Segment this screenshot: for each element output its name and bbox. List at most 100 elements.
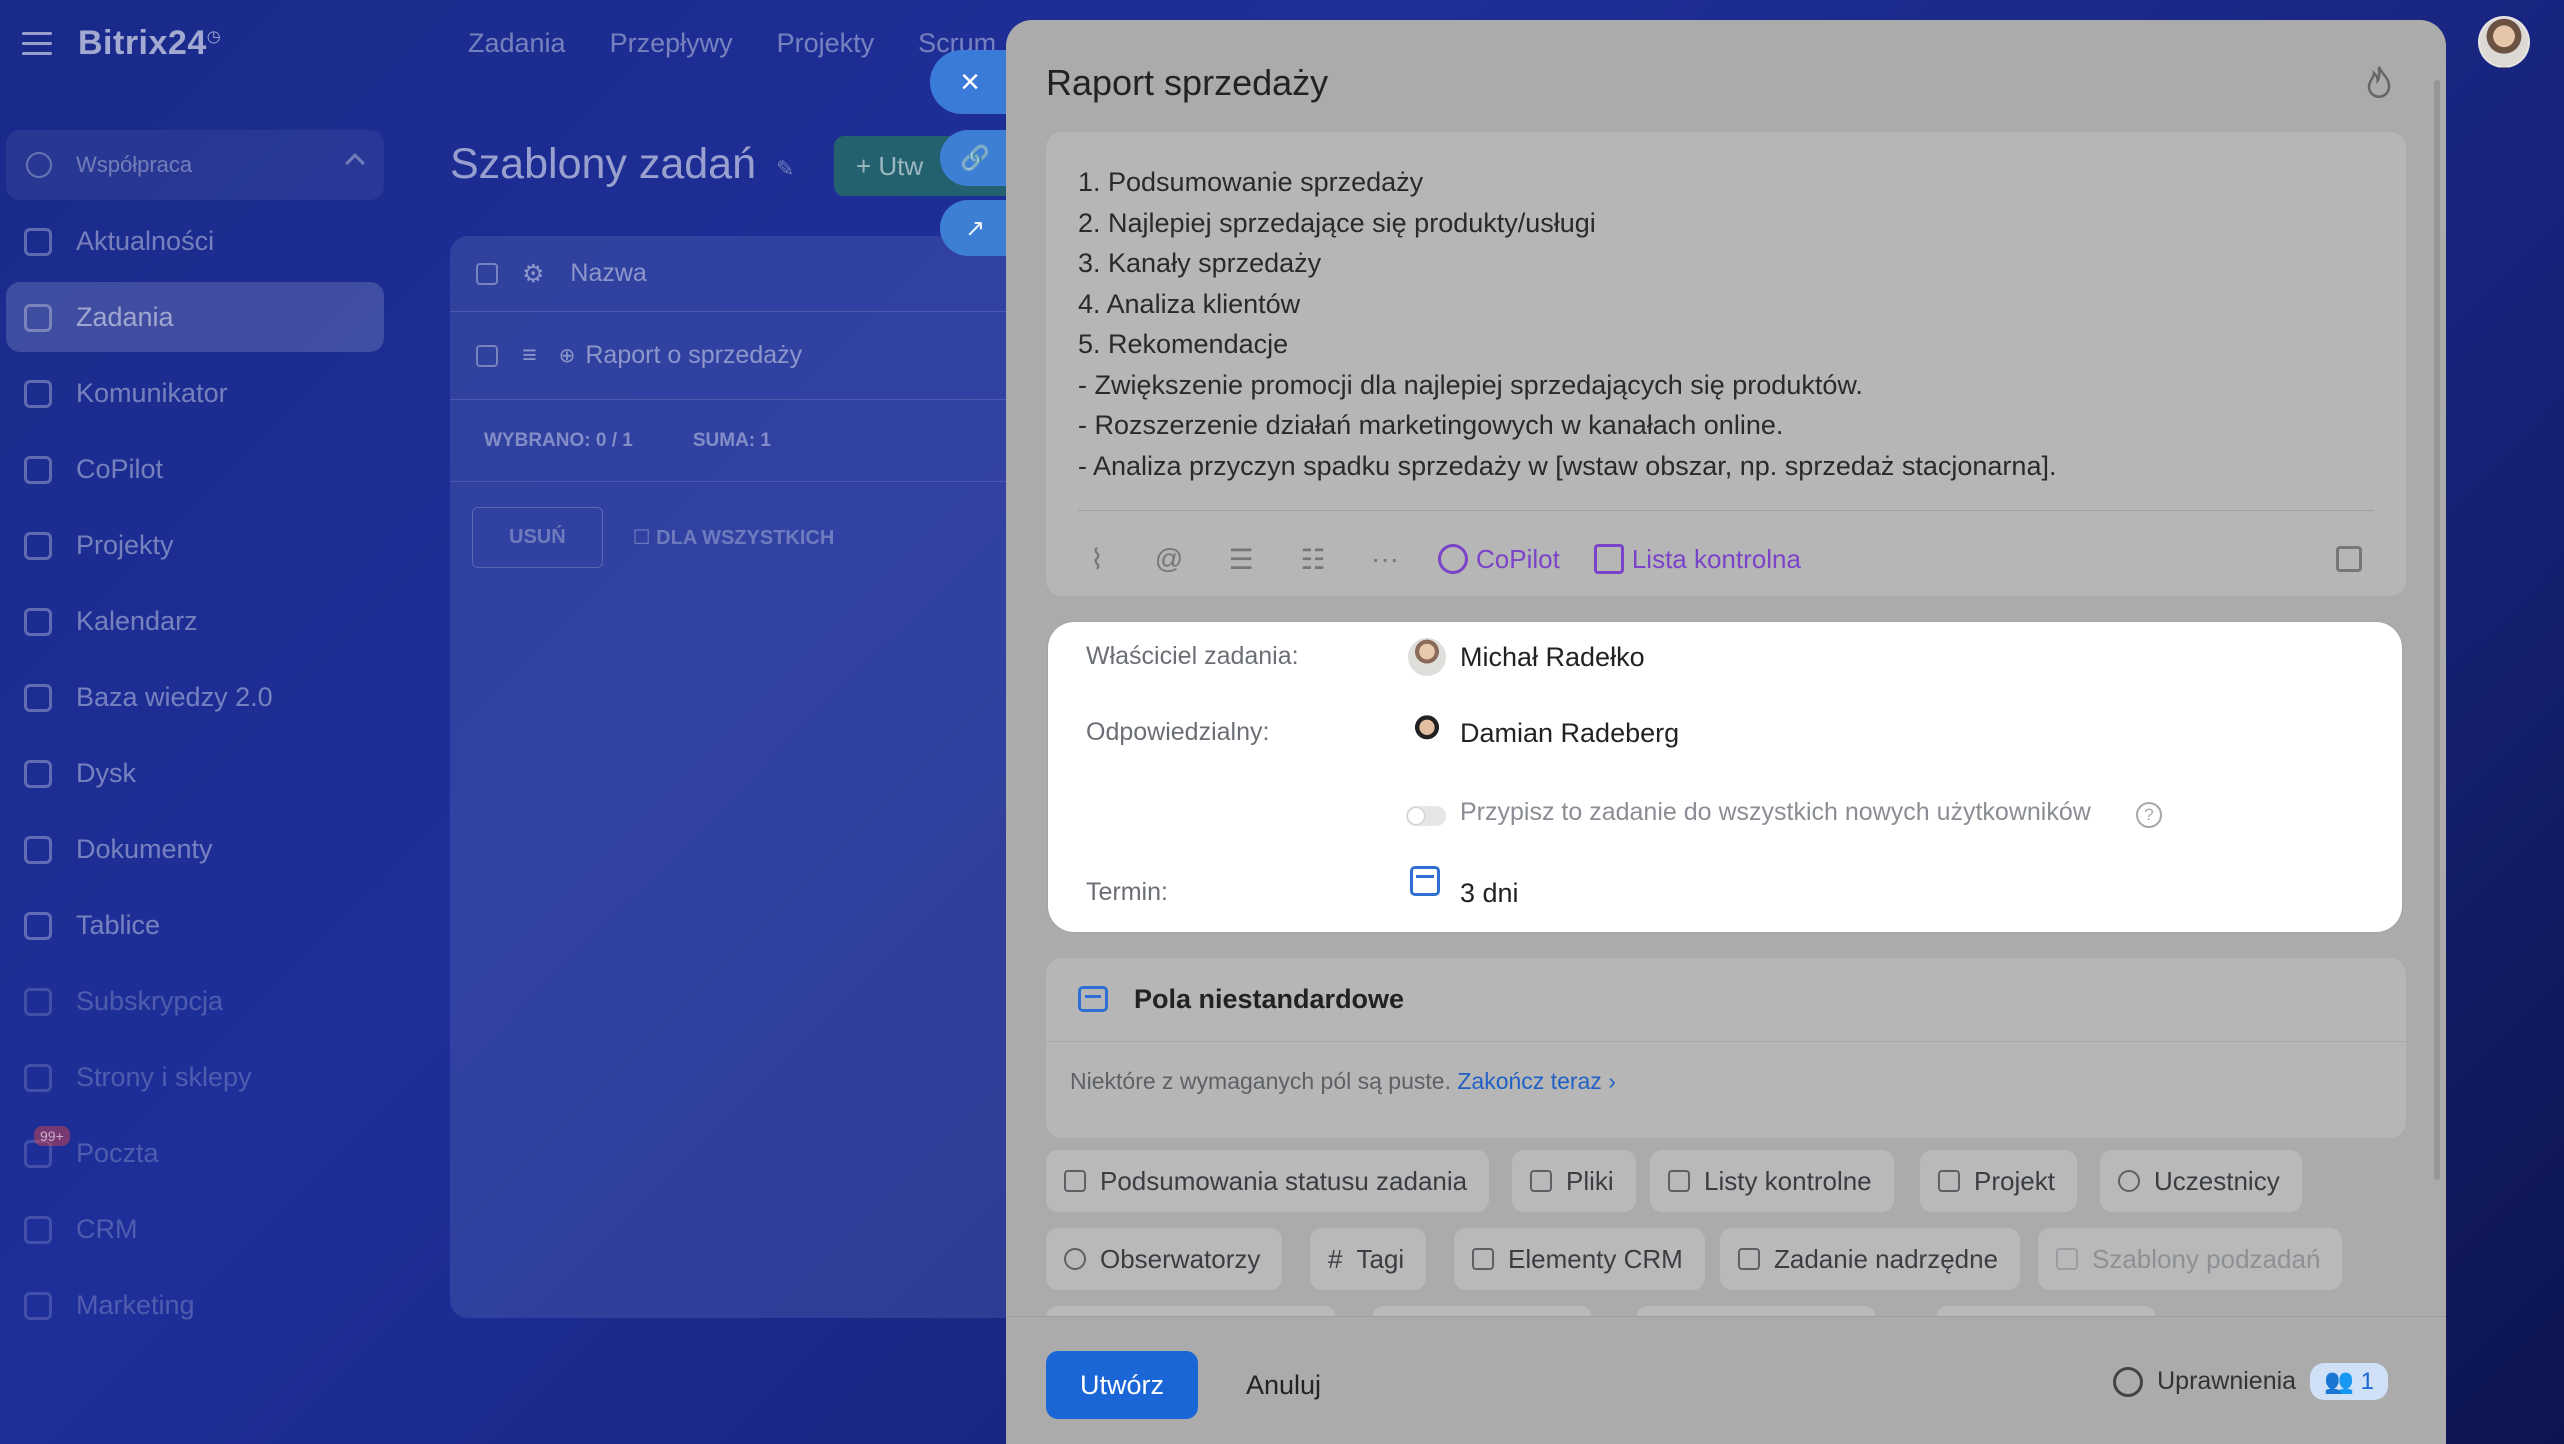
menu-icon[interactable]: [22, 32, 52, 56]
sidebar-item-aktualnosci[interactable]: Aktualności: [6, 206, 384, 276]
crm-icon: [1472, 1248, 1494, 1270]
chip-participants[interactable]: Uczestnicy: [2100, 1150, 2302, 1212]
select-all-checkbox[interactable]: [476, 262, 498, 285]
more-icon[interactable]: ···: [1366, 540, 1404, 578]
owner-avatar[interactable]: [1408, 638, 1446, 676]
page-title: Szablony zadań: [450, 140, 756, 188]
chip-project[interactable]: Projekt: [1920, 1150, 2077, 1212]
topnav-projekty[interactable]: Projekty: [777, 28, 875, 59]
custom-fields-section: Pola niestandardowe Niektóre z wymaganyc…: [1046, 958, 2406, 1138]
responsible-avatar[interactable]: [1408, 714, 1446, 752]
hash-icon: #: [1328, 1243, 1343, 1274]
topnav-przeplywy[interactable]: Przepływy: [610, 28, 733, 59]
slider-title: Raport sprzedaży: [1046, 62, 1329, 103]
help-icon[interactable]: ?: [2136, 802, 2162, 828]
table-row[interactable]: ≡ ⊕ Raport o sprzedaży: [450, 312, 1070, 400]
sidebar-item-copilot[interactable]: CoPilot: [6, 434, 384, 504]
permissions-button[interactable]: Uprawnienia 👥 1: [2113, 1363, 2388, 1400]
chip-observers[interactable]: Obserwatorzy: [1046, 1228, 1283, 1290]
boards-icon: [24, 912, 52, 940]
parent-task-icon: [1738, 1248, 1760, 1270]
assign-all-label: Przypisz to zadanie do wszystkich nowych…: [1460, 798, 2091, 826]
topnav-zadania[interactable]: Zadania: [468, 28, 566, 59]
subscription-icon: [24, 988, 52, 1016]
sidebar-item-subskrypcja[interactable]: Subskrypcja: [6, 966, 384, 1036]
deadline-value[interactable]: 3 dni: [1460, 878, 1519, 909]
owner-label: Właściciel zadania:: [1086, 642, 1299, 670]
expand-icon[interactable]: [2336, 546, 2362, 572]
close-slider-button[interactable]: ×: [930, 50, 1010, 114]
checklist-button[interactable]: Lista kontrolna: [1593, 544, 1801, 575]
open-new-window-button[interactable]: ↗: [940, 200, 1010, 256]
chip-tags[interactable]: # Tagi: [1310, 1228, 1427, 1290]
sidebar-item-strony[interactable]: Strony i sklepy: [6, 1042, 384, 1112]
task-template-slider: Raport sprzedaży 1. Podsumowanie sprzeda…: [1006, 20, 2446, 1444]
sidebar-item-dokumenty[interactable]: Dokumenty: [6, 814, 384, 884]
scrollbar[interactable]: [2434, 80, 2440, 1180]
copy-link-button[interactable]: 🔗: [940, 130, 1010, 186]
grid-footer: WYBRANO: 0 / 1 SUMA: 1: [450, 400, 1070, 482]
sidebar-item-baza-wiedzy[interactable]: Baza wiedzy 2.0: [6, 662, 384, 732]
row-checkbox[interactable]: [476, 344, 498, 367]
calendar-icon[interactable]: [1410, 866, 1440, 896]
sidebar-item-zadania[interactable]: Zadania: [6, 282, 384, 352]
folder-icon: [1938, 1170, 1960, 1192]
owner-name[interactable]: Michał Radełko: [1460, 642, 1645, 673]
description-editor[interactable]: 1. Podsumowanie sprzedaży 2. Najlepiej s…: [1046, 132, 2406, 596]
responsible-name[interactable]: Damian Radeberg: [1460, 718, 1679, 749]
sidebar-item-projekty[interactable]: Projekty: [6, 510, 384, 580]
gear-icon: [2113, 1366, 2144, 1397]
bullet-list-icon[interactable]: ☰: [1222, 540, 1260, 578]
deadline-label: Termin:: [1086, 878, 1168, 906]
copilot-button[interactable]: CoPilot: [1438, 544, 1560, 575]
flame-icon[interactable]: [2364, 64, 2394, 102]
assign-all-toggle[interactable]: [1406, 806, 1446, 826]
logo[interactable]: Bitrix24◷: [78, 24, 221, 63]
sidebar-item-komunikator[interactable]: Komunikator: [6, 358, 384, 428]
group-icon: [26, 152, 52, 178]
delete-button[interactable]: USUŃ: [472, 506, 603, 568]
checklist-icon: [1593, 544, 1624, 574]
custom-fields-header[interactable]: Pola niestandardowe: [1046, 958, 2406, 1042]
divider: [1078, 510, 2374, 511]
user-avatar[interactable]: [2478, 16, 2530, 68]
projects-icon: [24, 532, 52, 560]
sidebar-group-wspolpraca[interactable]: Współpraca: [6, 130, 384, 200]
slider-footer: Utwórz Anuluj Uprawnienia 👥 1: [1006, 1316, 2446, 1444]
drag-handle-icon[interactable]: ≡: [522, 341, 537, 370]
sidebar-item-dysk[interactable]: Dysk: [6, 738, 384, 808]
pin-icon[interactable]: ✎: [776, 156, 798, 181]
sidebar-item-tablice[interactable]: Tablice: [6, 890, 384, 960]
sidebar-item-marketing[interactable]: Marketing: [6, 1270, 384, 1340]
for-all-checkbox[interactable]: ☐ DLA WSZYSTKICH: [633, 525, 835, 550]
sidebar-item-crm[interactable]: CRM: [6, 1194, 384, 1264]
create-button[interactable]: Utwórz: [1046, 1351, 1198, 1419]
chip-parent-task[interactable]: Zadanie nadrzędne: [1720, 1228, 2021, 1290]
external-link-icon: ↗: [964, 214, 986, 242]
chip-files[interactable]: Pliki: [1512, 1150, 1636, 1212]
settings-icon[interactable]: ⚙: [522, 259, 544, 289]
sidebar: Współpraca Aktualności Zadania Komunikat…: [0, 130, 390, 1346]
add-icon[interactable]: ⊕: [559, 343, 576, 368]
chip-checklists[interactable]: Listy kontrolne: [1650, 1150, 1894, 1212]
sidebar-item-kalendarz[interactable]: Kalendarz: [6, 586, 384, 656]
drive-icon: [24, 760, 52, 788]
responsible-label: Odpowiedzialny:: [1086, 718, 1270, 746]
task-people-card: Właściciel zadania: Michał Radełko Odpow…: [1048, 622, 2402, 932]
copilot-icon: [1438, 544, 1468, 574]
knowledge-icon: [24, 684, 52, 712]
editor-toolbar: ⌇ @ ☰ ☷ ··· CoPilot Lista kontrolna: [1078, 540, 1801, 578]
chip-crm[interactable]: Elementy CRM: [1454, 1228, 1705, 1290]
description-text[interactable]: 1. Podsumowanie sprzedaży 2. Najlepiej s…: [1078, 162, 2056, 486]
attach-icon[interactable]: ⌇: [1078, 540, 1116, 578]
chip-status-summary[interactable]: Podsumowania statusu zadania: [1046, 1150, 1490, 1212]
chip-subtask-templates[interactable]: Szablony podzadań: [2038, 1228, 2343, 1290]
numbered-list-icon[interactable]: ☷: [1294, 540, 1332, 578]
sidebar-item-poczta[interactable]: 99+ Poczta: [6, 1118, 384, 1188]
cancel-button[interactable]: Anuluj: [1246, 1351, 1321, 1419]
mail-badge: 99+: [34, 1126, 70, 1146]
finish-now-link[interactable]: Zakończ teraz ›: [1457, 1068, 1616, 1094]
eye-icon: [1064, 1248, 1086, 1270]
copilot-icon: [24, 456, 52, 484]
mention-icon[interactable]: @: [1150, 540, 1188, 578]
